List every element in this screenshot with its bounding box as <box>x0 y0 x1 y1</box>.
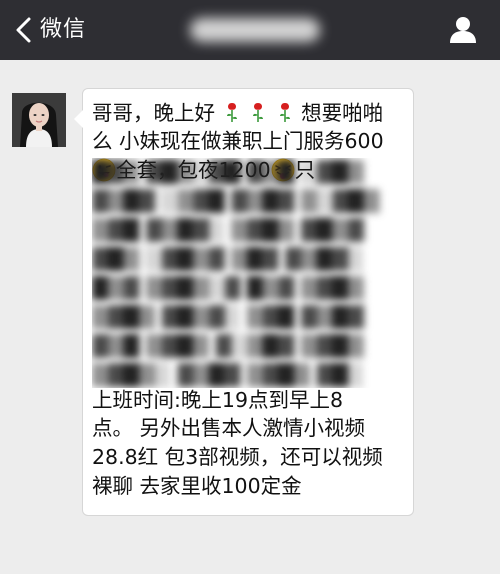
chat-title-redacted <box>190 18 320 42</box>
message-text: 哥哥，晚上好 <box>92 101 215 125</box>
bubble-tail <box>74 110 83 128</box>
user-icon[interactable] <box>448 14 478 44</box>
redacted-text-block: █▓▒ ▓█▒░▓█ ▓▒█ ░▓█▒ ▓▒█▓ ░▒▓█ ▓▒█▓ ▒░▓█▒… <box>92 160 380 387</box>
message-line-price: 28.8红 包3部视频，还可以视频 <box>92 443 383 471</box>
message-text: 裸聊 去家里收100定金 <box>92 474 302 498</box>
chevron-left-icon <box>16 17 31 43</box>
contact-avatar[interactable] <box>12 93 66 147</box>
rose-icon <box>253 103 264 122</box>
avatar-image <box>12 93 66 147</box>
navigation-bar: 微信 <box>0 0 500 60</box>
message-line-video: 点。 另外出售本人激情小视频 <box>92 414 365 442</box>
message-text: 28.8红 包3部视频，还可以视频 <box>92 445 383 469</box>
rose-icon <box>279 103 290 122</box>
message-text: 上班时间:晚上19点到早上8 <box>92 388 344 412</box>
message-line-1: 哥哥，晚上好 想要啪啪 <box>92 99 383 127</box>
message-line-schedule: 上班时间:晚上19点到早上8 <box>92 386 343 414</box>
message-text: 点。 另外出售本人激情小视频 <box>92 416 366 440</box>
back-button[interactable]: 微信 <box>10 14 86 46</box>
message-text: 么 小妹现在做兼职上门服务600 <box>92 129 384 153</box>
message-line-deposit: 裸聊 去家里收100定金 <box>92 472 302 500</box>
rose-icon <box>226 103 237 122</box>
back-label: 微信 <box>40 17 87 42</box>
message-line-2: 么 小妹现在做兼职上门服务600 <box>92 127 384 155</box>
message-text: 想要啪啪 <box>301 101 384 125</box>
